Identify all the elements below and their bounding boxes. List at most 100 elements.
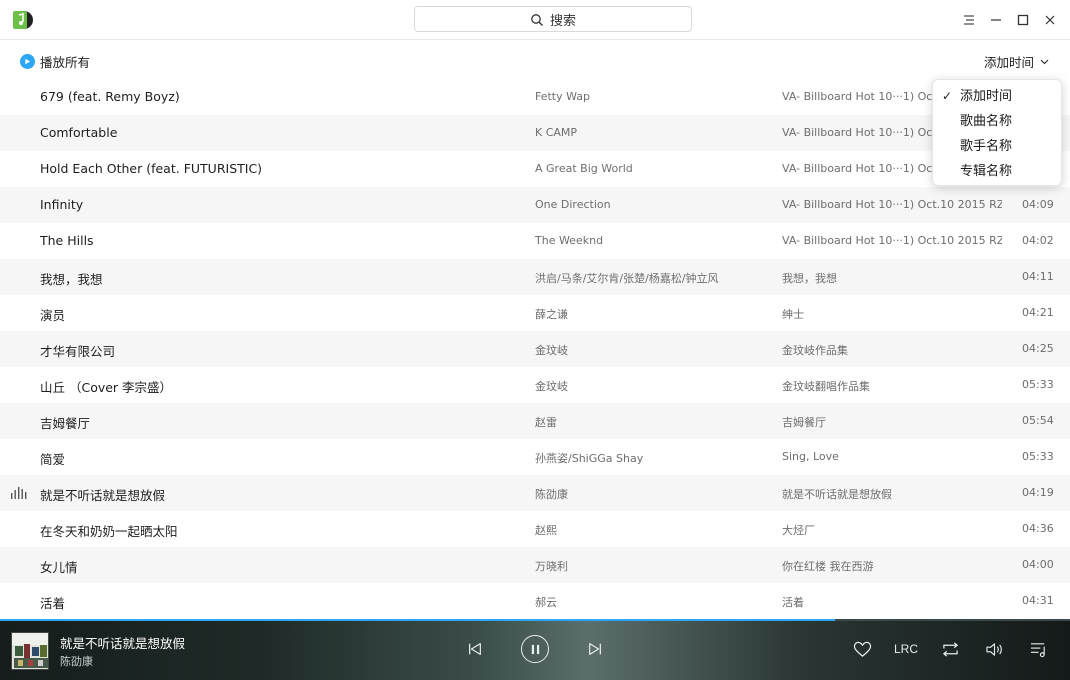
song-album: VA- Billboard Hot 10···1) Oct.10 2015 RZ… (782, 234, 1002, 247)
skip-previous-icon (469, 643, 481, 655)
playlist-button[interactable] (1028, 640, 1048, 658)
song-title: Hold Each Other (feat. FUTURISTIC) (40, 161, 263, 176)
sort-dropdown-button[interactable]: 添加时间 (984, 52, 1049, 71)
song-artist: 金玟岐 (535, 380, 568, 393)
song-title: Infinity (40, 197, 84, 212)
song-duration: 04:11 (1022, 270, 1054, 283)
heart-icon (853, 641, 871, 657)
chevron-down-icon (1040, 59, 1049, 64)
song-title: 才华有限公司 (40, 344, 116, 359)
search-placeholder: 搜索 (549, 13, 576, 29)
album-cover[interactable] (11, 632, 49, 670)
close-icon (1045, 15, 1055, 25)
song-duration: 04:25 (1022, 342, 1054, 355)
song-artist: K CAMP (535, 126, 578, 139)
song-album: VA- Billboard Hot 10···1) Oct.1 (782, 162, 948, 175)
song-row[interactable]: 就是不听话就是想放假 陈劭康 就是不听话就是想放假 04:19 (0, 475, 1070, 511)
app-logo-icon (11, 9, 33, 31)
song-artist: 赵雷 (535, 416, 557, 429)
now-playing-artist: 陈劭康 (60, 655, 93, 668)
sort-option[interactable]: 专辑名称 (933, 159, 1061, 184)
next-button[interactable] (586, 640, 604, 658)
song-artist: 洪启/马条/艾尔肯/张楚/杨嘉松/钟立风 (535, 272, 719, 285)
minimize-button[interactable] (984, 8, 1008, 32)
song-row[interactable]: 活着 郝云 活着 04:31 (0, 583, 1070, 619)
favorite-button[interactable] (852, 640, 872, 658)
maximize-icon (1017, 14, 1029, 26)
song-row[interactable]: 简爱 孙燕姿/ShiGGa Shay Sing, Love 05:33 (0, 439, 1070, 475)
song-title: The Hills (40, 233, 94, 248)
song-duration: 04:19 (1022, 486, 1054, 499)
play-circle-icon (20, 54, 35, 69)
song-artist: The Weeknd (535, 234, 604, 247)
volume-button[interactable] (984, 640, 1004, 658)
skip-next-icon (589, 643, 601, 655)
song-artist: 陈劭康 (535, 488, 568, 501)
song-artist: 郝云 (535, 596, 557, 609)
song-row[interactable]: 山丘 （Cover 李宗盛） 金玟岐 金玟岐翻唱作品集 05:33 (0, 367, 1070, 403)
song-row[interactable]: 吉姆餐厅 赵雷 吉姆餐厅 05:54 (0, 403, 1070, 439)
song-row[interactable]: 在冬天和奶奶一起晒太阳 赵熙 大烃厂 04:36 (0, 511, 1070, 547)
song-title: 山丘 （Cover 李宗盛） (40, 380, 173, 395)
song-row[interactable]: 679 (feat. Remy Boyz) Fetty Wap VA- Billbo… (0, 79, 1070, 115)
song-artist: Fetty Wap (535, 90, 591, 103)
song-row[interactable]: 女儿情 万晓利 你在红楼 我在西游 04:00 (0, 547, 1070, 583)
pause-button[interactable] (521, 635, 549, 663)
song-list: 679 (feat. Remy Boyz) Fetty Wap VA- Billbo… (0, 79, 1070, 619)
sort-menu: ✓ 添加时间歌曲名称歌手名称专辑名称 (932, 79, 1062, 186)
maximize-button[interactable] (1011, 8, 1035, 32)
sort-option[interactable]: ✓ 添加时间 (933, 84, 1061, 109)
song-album: 吉姆餐厅 (782, 416, 826, 429)
close-button[interactable] (1038, 8, 1062, 32)
repeat-mode-button[interactable] (940, 640, 960, 658)
song-title: 女儿情 (40, 560, 78, 575)
previous-button[interactable] (466, 640, 484, 658)
song-title: 简爱 (40, 452, 66, 467)
song-artist: 薛之谦 (535, 308, 568, 321)
song-title: 演员 (40, 308, 66, 323)
song-duration: 04:31 (1022, 594, 1054, 607)
hamburger-menu-icon (964, 15, 974, 25)
sort-option-label: 歌手名称 (960, 139, 1013, 154)
song-row[interactable]: Infinity One Direction VA- Billboard Hot 1… (0, 187, 1070, 223)
play-all-button[interactable]: 播放所有 (20, 52, 90, 71)
song-title: 就是不听话就是想放假 (40, 488, 166, 503)
player-bar: 就是不听话就是想放假 陈劭康 LRC (0, 621, 1070, 680)
song-album: 金玟岐作品集 (782, 344, 848, 357)
song-album: VA- Billboard Hot 10···1) Oct.10 2015 RZ… (782, 198, 1002, 211)
lyrics-button[interactable]: LRC (893, 640, 919, 658)
song-album: 我想，我想 (782, 272, 837, 285)
song-duration: 04:00 (1022, 558, 1054, 571)
song-artist: One Direction (535, 198, 611, 211)
song-duration: 04:36 (1022, 522, 1054, 535)
sort-option[interactable]: 歌手名称 (933, 134, 1061, 159)
song-duration: 05:54 (1022, 414, 1054, 427)
song-title: Comfortable (40, 125, 118, 140)
song-album: VA- Billboard Hot 10···1) Oct.1 (782, 90, 948, 103)
main-menu-button[interactable] (957, 8, 981, 32)
song-album: 活着 (782, 596, 804, 609)
search-input[interactable]: 搜索 (414, 6, 692, 32)
song-row[interactable]: Comfortable K CAMP VA- Billboard Hot 10···… (0, 115, 1070, 151)
song-row[interactable]: 才华有限公司 金玟岐 金玟岐作品集 04:25 (0, 331, 1070, 367)
song-duration: 04:21 (1022, 306, 1054, 319)
song-title: 活着 (40, 596, 66, 611)
song-row[interactable]: 我想，我想 洪启/马条/艾尔肯/张楚/杨嘉松/钟立风 我想，我想 04:11 (0, 259, 1070, 295)
song-album: 大烃厂 (782, 524, 815, 537)
song-album: 金玟岐翻唱作品集 (782, 380, 870, 393)
song-artist: 金玟岐 (535, 344, 568, 357)
sort-option-label: 专辑名称 (960, 164, 1013, 179)
song-row[interactable]: Hold Each Other (feat. FUTURISTIC) A Grea… (0, 151, 1070, 187)
search-icon (530, 12, 544, 26)
pause-icon (531, 644, 539, 654)
song-title: 在冬天和奶奶一起晒太阳 (40, 524, 178, 539)
sort-option-label: 歌曲名称 (960, 114, 1013, 129)
song-duration: 04:02 (1022, 234, 1054, 247)
song-row[interactable]: The Hills The Weeknd VA- Billboard Hot 10·… (0, 223, 1070, 259)
song-artist: 赵熙 (535, 524, 557, 537)
sort-option[interactable]: 歌曲名称 (933, 109, 1061, 134)
song-album: VA- Billboard Hot 10···1) Oct.1 (782, 126, 948, 139)
song-duration: 05:33 (1022, 378, 1054, 391)
song-artist: 孙燕姿/ShiGGa Shay (535, 452, 644, 465)
song-row[interactable]: 演员 薛之谦 绅士 04:21 (0, 295, 1070, 331)
